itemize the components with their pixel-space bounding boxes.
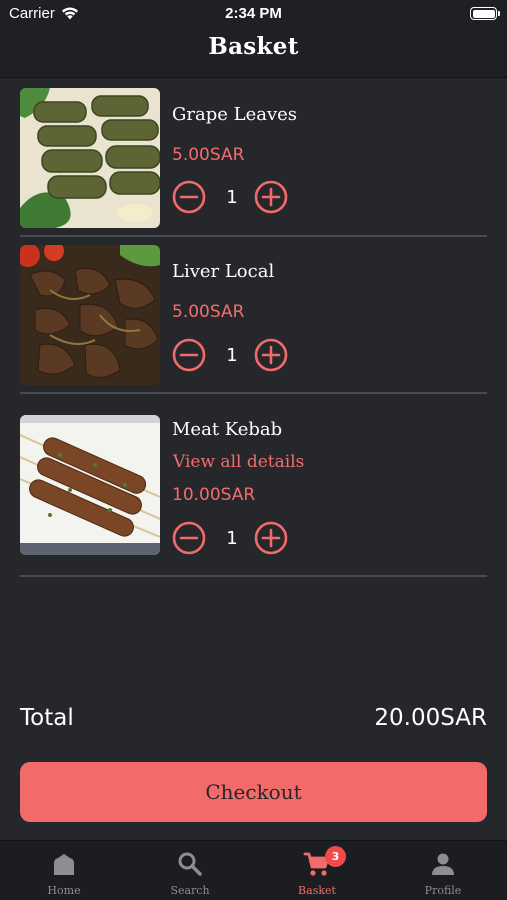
- person-icon: [432, 853, 454, 875]
- item-price: 5.00SAR: [172, 302, 245, 322]
- decrease-quantity-button[interactable]: [172, 338, 206, 372]
- liver-photo: [20, 245, 160, 385]
- tab-bar: Home Search 3 Basket Profile: [0, 840, 507, 900]
- item-quantity: 1: [226, 528, 238, 549]
- tab-profile[interactable]: Profile: [380, 841, 506, 900]
- tab-label: Profile: [424, 884, 462, 897]
- status-bar: Carrier 2:34 PM: [0, 0, 507, 28]
- status-time: 2:34 PM: [225, 5, 282, 22]
- page-title: Basket: [208, 33, 299, 60]
- cart-count-badge: 3: [325, 846, 346, 867]
- search-icon: [178, 852, 202, 876]
- checkout-label: Checkout: [205, 780, 302, 804]
- grape-leaves-photo: [20, 88, 160, 228]
- decrease-quantity-button[interactable]: [172, 180, 206, 214]
- item-quantity: 1: [226, 345, 238, 366]
- item-name: Grape Leaves: [172, 104, 298, 125]
- total-label: Total: [20, 705, 74, 731]
- tab-search[interactable]: Search: [127, 841, 253, 900]
- increase-quantity-button[interactable]: [254, 338, 288, 372]
- item-name: Meat Kebab: [172, 419, 283, 440]
- tab-label: Home: [47, 884, 81, 897]
- item-divider: [20, 575, 487, 577]
- item-name: Liver Local: [172, 261, 275, 282]
- checkout-button[interactable]: Checkout: [20, 762, 487, 822]
- item-price: 10.00SAR: [172, 485, 256, 505]
- home-icon: [54, 854, 74, 875]
- item-image: [20, 88, 160, 228]
- item-image: [20, 415, 160, 555]
- item-divider: [20, 392, 487, 394]
- tab-label: Basket: [298, 884, 336, 897]
- item-image: [20, 245, 160, 385]
- total-value: 20.00SAR: [374, 705, 487, 731]
- decrease-quantity-button[interactable]: [172, 521, 206, 555]
- item-quantity: 1: [226, 187, 238, 208]
- increase-quantity-button[interactable]: [254, 180, 288, 214]
- tab-home[interactable]: Home: [1, 841, 127, 900]
- battery-icon: [470, 7, 500, 20]
- kebab-photo: [20, 415, 160, 555]
- view-details-link[interactable]: View all details: [173, 452, 304, 472]
- increase-quantity-button[interactable]: [254, 521, 288, 555]
- item-divider: [20, 235, 487, 237]
- item-price: 5.00SAR: [172, 145, 245, 165]
- tab-label: Search: [170, 884, 210, 897]
- tab-basket[interactable]: 3 Basket: [254, 841, 380, 900]
